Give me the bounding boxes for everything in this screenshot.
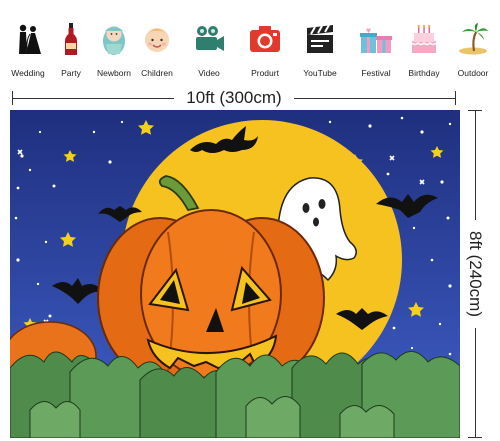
- category-children[interactable]: Children: [132, 22, 182, 78]
- ghost-eye: [318, 199, 326, 209]
- child-face-icon: [145, 28, 169, 52]
- halloween-backdrop-image: [10, 110, 460, 438]
- dimension-line: [475, 328, 476, 438]
- category-icon-row: Wedding Party Newborn Children Video Pro…: [0, 0, 500, 90]
- dimension-line: [294, 98, 456, 99]
- category-festival[interactable]: Festival: [351, 22, 401, 78]
- width-dimension: 10ft (300cm): [12, 88, 456, 108]
- category-label: Produrt: [251, 68, 279, 78]
- clapperboard-icon: [307, 24, 333, 53]
- category-label: YouTube: [303, 68, 337, 78]
- category-label: Outdoor: [457, 68, 489, 78]
- dimension-tick: [455, 91, 456, 105]
- category-youtube[interactable]: YouTube: [295, 22, 345, 78]
- category-produrt[interactable]: Produrt: [240, 22, 290, 78]
- video-camera-icon: [196, 26, 224, 51]
- foliage: [10, 351, 460, 438]
- wine-bottle-icon: [65, 23, 77, 55]
- ghost-mouth: [313, 217, 319, 227]
- category-outdoor[interactable]: Outdoor: [448, 22, 498, 78]
- category-birthday[interactable]: Birthday: [399, 22, 449, 78]
- category-label: Video: [198, 68, 220, 78]
- category-label: Festival: [361, 68, 391, 78]
- gift-boxes-icon: [360, 28, 392, 53]
- height-label: 8ft (240cm): [466, 231, 485, 317]
- category-video[interactable]: Video: [184, 22, 234, 78]
- category-label: Children: [141, 68, 173, 78]
- palm-island-icon: [459, 23, 488, 55]
- photo-camera-icon: [250, 26, 280, 52]
- backdrop-scene: [10, 110, 460, 438]
- dimension-tick: [468, 437, 482, 438]
- height-dimension: 8ft (240cm): [455, 110, 495, 438]
- category-label: Birthday: [408, 68, 440, 78]
- newborn-baby-icon: [103, 26, 125, 55]
- birthday-cake-icon: [411, 24, 437, 53]
- dimension-line: [475, 110, 476, 220]
- wedding-couple-icon: [19, 24, 41, 55]
- ghost-eye: [302, 203, 310, 213]
